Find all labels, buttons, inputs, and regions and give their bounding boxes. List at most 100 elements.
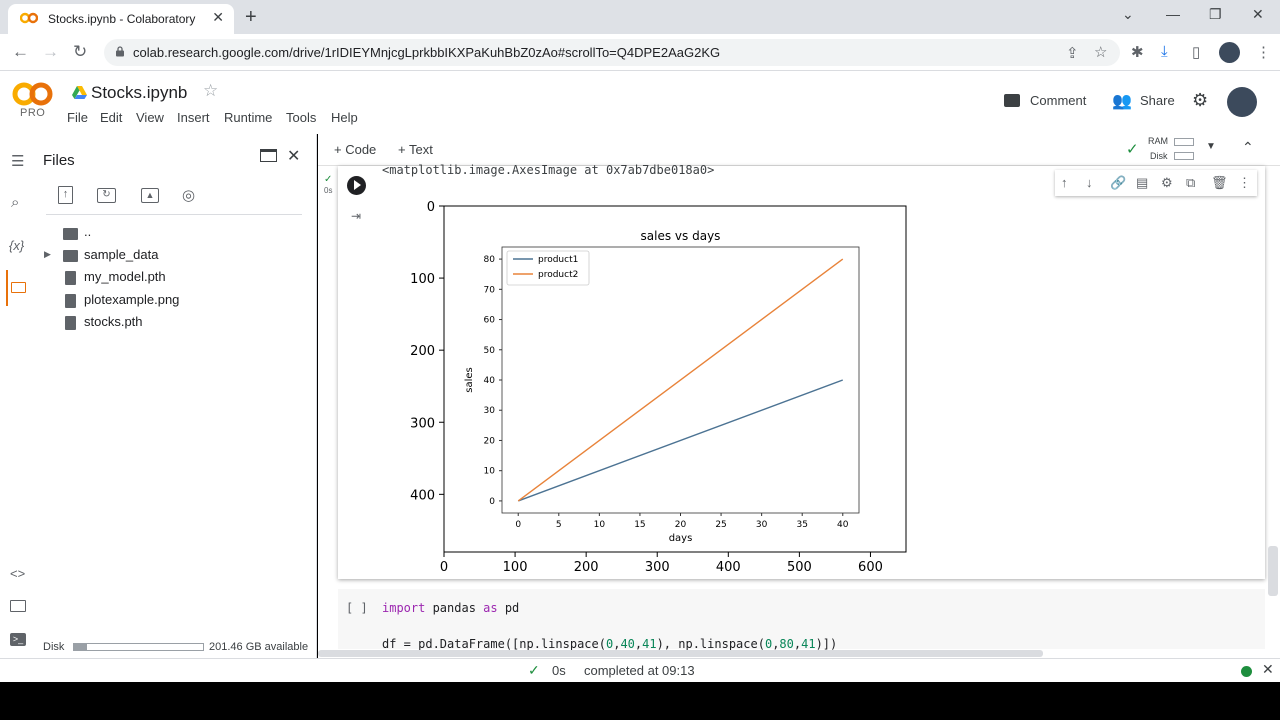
disk-usage-bar	[73, 643, 204, 651]
account-avatar[interactable]	[1227, 87, 1257, 117]
y-tick-label: 30	[484, 406, 496, 416]
code-cell-bracket[interactable]: [ ]	[346, 601, 368, 615]
comment-button[interactable]: Comment	[1030, 93, 1086, 108]
tree-item-sample-data[interactable]: ▶ sample_data	[38, 247, 308, 267]
tree-item-label: stocks.pth	[84, 314, 143, 329]
side-panel-icon[interactable]: ▯	[1192, 43, 1200, 61]
hide-files-icon[interactable]: ◎	[182, 186, 195, 204]
address-bar[interactable]: colab.research.google.com/drive/1rIDIEYM…	[104, 39, 1120, 66]
command-palette-icon[interactable]	[10, 600, 26, 612]
connected-check-icon: ✓	[1126, 141, 1139, 158]
profile-avatar[interactable]	[1219, 42, 1240, 63]
y-tick-label: 10	[484, 467, 496, 477]
y-axis-label: sales	[464, 367, 475, 392]
run-cell-button[interactable]	[347, 176, 366, 195]
resources-dropdown-icon[interactable]: ▼	[1206, 141, 1216, 152]
tree-item-my-model[interactable]: my_model.pth	[38, 269, 308, 289]
reload-icon[interactable]: ↻	[73, 42, 87, 62]
menu-insert[interactable]: Insert	[177, 110, 210, 125]
link-icon[interactable]: 🔗	[1110, 175, 1126, 191]
close-panel-icon[interactable]: ✕	[287, 146, 300, 166]
back-icon[interactable]: ←	[12, 42, 29, 62]
menu-tools[interactable]: Tools	[286, 110, 316, 125]
mount-drive-icon[interactable]: ▲	[141, 188, 159, 203]
letterbox-bar	[0, 682, 1280, 720]
x-tick-label: 400	[716, 560, 741, 575]
cell-more-icon[interactable]: ⋮	[1238, 175, 1251, 191]
cell-toolbar: ↑ ↓ 🔗 ▤ ⚙ ⧉ 🗑 ⋮	[1055, 170, 1257, 196]
download-icon[interactable]: ⤓	[1161, 43, 1168, 60]
status-text: completed at 09:13	[584, 663, 695, 678]
settings-gear-icon[interactable]: ⚙	[1192, 90, 1208, 111]
refresh-folder-icon[interactable]: ↻	[97, 188, 116, 203]
menu-view[interactable]: View	[136, 110, 164, 125]
tree-item-label: sample_data	[84, 247, 159, 262]
add-code-button[interactable]: + Code	[334, 142, 376, 157]
url-text: colab.research.google.com/drive/1rIDIEYM…	[133, 45, 721, 60]
move-up-icon[interactable]: ↑	[1061, 175, 1068, 190]
tab-close-icon[interactable]: ✕	[212, 9, 224, 26]
forward-icon[interactable]: →	[42, 42, 59, 62]
file-icon	[65, 271, 76, 285]
variables-icon[interactable]: {x}	[9, 238, 24, 253]
tree-item-stocks[interactable]: stocks.pth	[38, 314, 308, 334]
tree-item-plotexample[interactable]: plotexample.png	[38, 292, 308, 312]
file-icon	[65, 294, 76, 308]
files-folder-icon[interactable]	[11, 282, 26, 293]
tree-item-label: plotexample.png	[84, 292, 180, 307]
status-check-icon: ✓	[528, 662, 540, 678]
window-close-icon[interactable]: ✕	[1252, 6, 1264, 23]
file-icon	[65, 316, 76, 330]
code-snippets-icon[interactable]: <>	[10, 566, 25, 581]
disk-meter	[1174, 152, 1194, 160]
browser-tab[interactable]: Stocks.ipynb - Colaboratory ✕	[8, 4, 234, 34]
horizontal-scrollbar[interactable]	[318, 650, 1043, 657]
move-down-icon[interactable]: ↓	[1086, 175, 1093, 190]
terminal-icon[interactable]: >_	[10, 633, 26, 646]
notebook-title[interactable]: Stocks.ipynb	[91, 83, 187, 103]
minimize-icon[interactable]: —	[1166, 6, 1180, 22]
vertical-scrollbar[interactable]	[1268, 546, 1278, 596]
disk-resource-label: Disk	[1150, 151, 1168, 161]
output-actions-icon[interactable]: ⇥	[351, 209, 361, 223]
menu-edit[interactable]: Edit	[100, 110, 122, 125]
x-tick-label: 100	[503, 560, 528, 575]
open-in-tab-icon[interactable]	[260, 149, 277, 162]
x-tick-label: 25	[715, 520, 726, 530]
new-tab-icon[interactable]: +	[245, 6, 257, 29]
tree-item-parent[interactable]: ..	[38, 224, 308, 244]
collapse-header-icon[interactable]: ⌃	[1242, 139, 1254, 156]
comment-cell-icon[interactable]: ▤	[1136, 175, 1148, 191]
bookmark-star-icon[interactable]: ☆	[1094, 43, 1107, 61]
status-close-icon[interactable]: ✕	[1262, 661, 1274, 678]
browser-menu-icon[interactable]: ⋮	[1256, 43, 1271, 61]
add-text-button[interactable]: + Text	[398, 142, 433, 157]
x-axis-label: days	[669, 533, 693, 544]
share-button[interactable]: Share	[1140, 93, 1175, 108]
y-tick-label: 60	[484, 316, 496, 326]
cell-settings-icon[interactable]: ⚙	[1161, 175, 1173, 191]
menu-runtime[interactable]: Runtime	[224, 110, 272, 125]
share-page-icon[interactable]: ⇪	[1066, 44, 1079, 62]
expand-arrow-icon[interactable]: ▶	[44, 249, 51, 260]
upload-file-icon[interactable]: ↑	[58, 186, 73, 204]
disk-available: 201.46 GB available	[209, 641, 309, 653]
code-line-3: df = pd.DataFrame([np.linspace(0,40,41),…	[382, 637, 838, 651]
tab-search-icon[interactable]: ⌄	[1122, 6, 1134, 23]
disk-usage-fill	[74, 644, 87, 650]
restore-icon[interactable]: ❐	[1209, 6, 1222, 23]
parent-folder-icon	[63, 228, 78, 240]
exec-check-icon: ✓	[324, 174, 333, 185]
y-tick-label: 200	[410, 344, 435, 359]
menu-file[interactable]: File	[67, 110, 88, 125]
star-notebook-icon[interactable]: ☆	[203, 81, 218, 101]
menu-help[interactable]: Help	[331, 110, 358, 125]
y-tick-label: 300	[410, 416, 435, 431]
code-cell[interactable]: [ ] import pandas as pd df = pd.DataFram…	[338, 589, 1265, 651]
y-tick-label: 40	[484, 376, 496, 386]
delete-cell-icon[interactable]: 🗑	[1211, 175, 1228, 191]
table-of-contents-icon[interactable]: ☰	[11, 152, 24, 170]
search-icon[interactable]: ⌕	[11, 194, 19, 211]
mirror-cell-icon[interactable]: ⧉	[1186, 175, 1195, 191]
extensions-icon[interactable]: ✱	[1131, 43, 1144, 61]
